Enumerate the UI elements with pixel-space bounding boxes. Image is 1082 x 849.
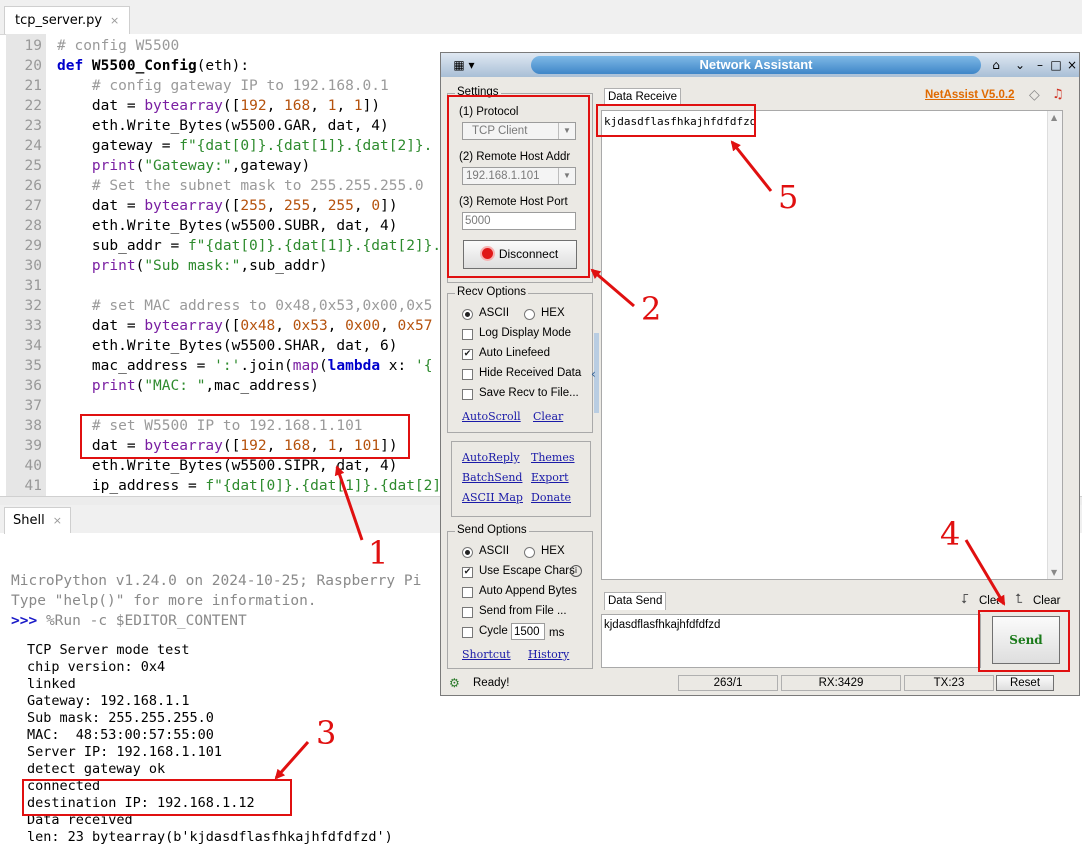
annotation-arrows [274, 140, 1006, 780]
arrow-2 [590, 268, 635, 308]
arrow-4 [964, 539, 1006, 606]
annotation-number-1: 1 [368, 534, 389, 572]
annotation-number-3: 3 [316, 714, 337, 752]
annotation-number-4: 4 [940, 515, 961, 553]
arrow-3 [274, 741, 310, 780]
arrow-5 [730, 140, 773, 192]
arrow-1 [334, 465, 364, 541]
annotation-number-2: 2 [641, 290, 662, 328]
annotation-number-5: 5 [778, 178, 799, 216]
